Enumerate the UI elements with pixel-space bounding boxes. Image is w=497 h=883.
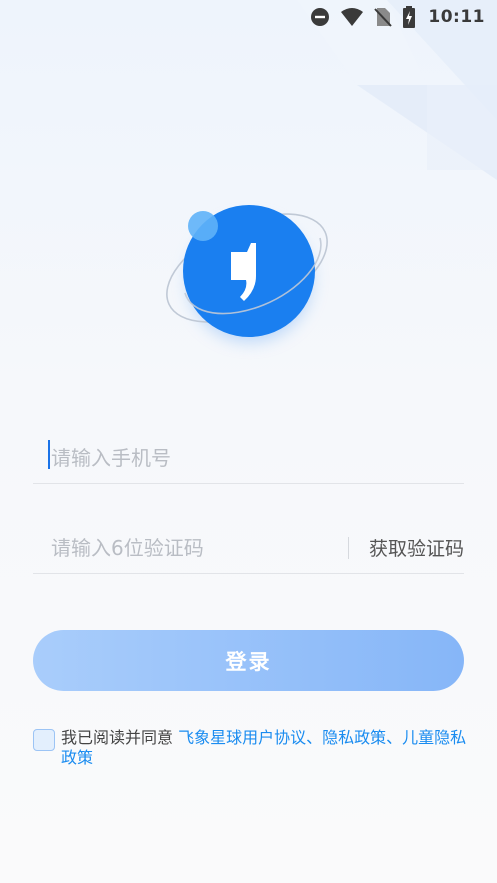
code-field[interactable]: 获取验证码 xyxy=(33,522,464,574)
text-caret xyxy=(48,440,50,469)
status-time: 10:11 xyxy=(428,7,485,27)
battery-charging-icon xyxy=(402,6,416,28)
privacy-policy-link[interactable]: 隐私政策 xyxy=(322,728,386,747)
no-sim-icon xyxy=(374,7,393,27)
agreement-separator: 、 xyxy=(306,728,323,747)
agreement-prefix: 我已阅读并同意 xyxy=(61,728,179,747)
status-bar: 10:11 xyxy=(0,0,497,34)
field-divider xyxy=(347,536,349,559)
user-agreement-link[interactable]: 飞象星球用户协议 xyxy=(178,728,306,747)
app-logo xyxy=(160,198,340,348)
wifi-icon xyxy=(340,7,364,27)
login-button[interactable]: 登录 xyxy=(33,630,464,691)
agreement-checkbox[interactable] xyxy=(33,729,55,751)
verification-code-input[interactable] xyxy=(33,522,348,573)
agreement-row: 我已阅读并同意 飞象星球用户协议、隐私政策、儿童隐私政策 xyxy=(33,728,473,768)
phone-input[interactable] xyxy=(33,432,464,483)
do-not-disturb-icon xyxy=(310,7,330,27)
agreement-text: 我已阅读并同意 飞象星球用户协议、隐私政策、儿童隐私政策 xyxy=(61,728,471,768)
agreement-separator: 、 xyxy=(386,728,403,747)
get-code-button[interactable]: 获取验证码 xyxy=(369,534,464,561)
phone-field[interactable] xyxy=(33,432,464,484)
